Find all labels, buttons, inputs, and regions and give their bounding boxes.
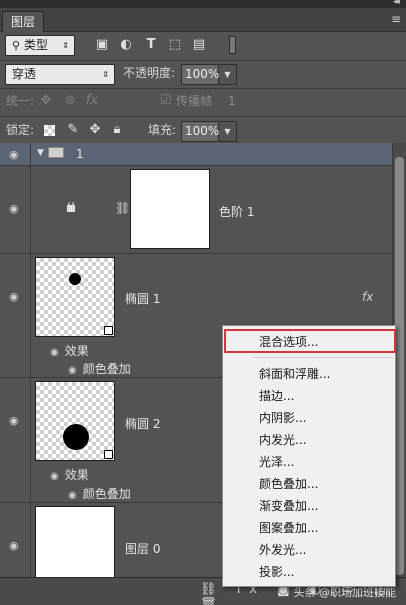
panel-top-strip: ◂◂ — [0, 0, 406, 8]
shape-filter-icon[interactable]: ⬚ — [167, 34, 183, 56]
menu-item-outer-glow[interactable]: 外发光... — [223, 540, 395, 561]
menu-item-drop-shadow[interactable]: 投影... — [223, 562, 395, 583]
effect-label: 颜色叠加 — [82, 362, 131, 376]
eye-icon[interactable]: ◉ — [50, 347, 59, 358]
collapse-icon[interactable]: ◂◂ — [393, 0, 400, 7]
unify-position-icon[interactable]: ✥ — [38, 90, 54, 112]
eye-icon[interactable]: ◉ — [9, 539, 19, 552]
lock-row: 锁定: ✎ ✥ 🔒︎ 填充: 100% ▼ — [0, 116, 406, 143]
visibility-cell[interactable]: ◉ — [0, 378, 31, 502]
menu-item-inner-shadow[interactable]: 内阴影... — [223, 408, 395, 429]
propagate-checkbox[interactable]: ☑ — [158, 90, 174, 112]
vector-mask-icon — [104, 326, 113, 335]
lock-transparent-icon[interactable] — [44, 125, 55, 136]
link-icon[interactable]: ⛓︎ — [115, 201, 130, 215]
filter-toggle-icon[interactable] — [229, 36, 236, 54]
filter-kind-label: 类型 — [23, 38, 48, 52]
eye-icon[interactable]: ◉ — [68, 490, 77, 501]
layer-thumbnail[interactable] — [35, 257, 115, 337]
effects-label: 效果 — [64, 344, 89, 358]
layer-mask-thumbnail[interactable] — [130, 169, 210, 249]
menu-separator — [253, 357, 393, 358]
menu-item-satin[interactable]: 光泽... — [223, 452, 395, 473]
unify-visibility-icon[interactable]: ⊚ — [62, 90, 78, 112]
layer-row-group[interactable]: ◉ ▼ 1 — [0, 143, 392, 166]
filter-kind-select[interactable]: ⚲ 类型 ⇕ — [5, 35, 75, 56]
chevron-updown-icon: ⇕ — [102, 70, 109, 79]
fill-label: 填充: — [148, 123, 177, 137]
fx-icon[interactable]: fx — [362, 290, 373, 304]
layer-name: 椭圆 1 — [125, 292, 161, 306]
menu-item-stroke[interactable]: 描边... — [223, 386, 395, 407]
opacity-label: 不透明度: — [123, 66, 176, 80]
panel-menu-icon[interactable]: ≡ — [391, 12, 401, 26]
blend-mode-select[interactable]: 穿透 ⇕ — [5, 64, 115, 85]
eye-icon[interactable]: ◉ — [50, 471, 59, 482]
lock-label: 锁定: — [6, 123, 35, 137]
menu-item-inner-glow[interactable]: 内发光... — [223, 430, 395, 451]
effects-row[interactable]: ◉ 效果 — [50, 466, 89, 483]
search-icon: ⚲ — [12, 39, 21, 52]
propagate-label: 传播帧 — [176, 94, 213, 108]
image-filter-icon[interactable]: ▣ — [94, 34, 110, 56]
layer-thumbnail[interactable] — [35, 506, 115, 577]
menu-item-pattern-overlay[interactable]: 图案叠加... — [223, 518, 395, 539]
layer-name: 图层 0 — [125, 542, 161, 556]
lock-move-icon[interactable]: ✥ — [87, 119, 103, 141]
filter-row: ⚲ 类型 ⇕ ▣ ◐ T ⬚ ▤ — [0, 32, 406, 58]
effects-row[interactable]: ◉ 效果 — [50, 342, 89, 359]
folder-icon — [48, 147, 64, 158]
unify-row: 统一: ✥ ⊚ fx ☑ 传播帧 1 — [0, 88, 406, 114]
unify-label: 统一: — [6, 94, 35, 108]
layer-name: 1 — [76, 147, 84, 161]
ellipse-shape — [69, 273, 81, 285]
visibility-cell[interactable]: ◉ — [0, 166, 31, 253]
fill-input[interactable]: 100% — [181, 121, 219, 142]
menu-item-color-overlay[interactable]: 颜色叠加... — [223, 474, 395, 495]
levels-adjustment-icon: ılıılı — [66, 201, 76, 215]
layer-thumbnail[interactable] — [35, 381, 115, 461]
lock-brush-icon[interactable]: ✎ — [65, 119, 81, 141]
chevron-down-icon[interactable]: ▼ — [37, 148, 44, 158]
effect-label: 颜色叠加 — [82, 487, 131, 501]
visibility-cell[interactable]: ◉ — [0, 503, 31, 577]
menu-item-bevel-emboss[interactable]: 斜面和浮雕... — [223, 364, 395, 385]
ellipse-shape — [63, 424, 89, 450]
type-filter-icon[interactable]: T — [143, 34, 159, 56]
eye-icon[interactable]: ◉ — [9, 290, 19, 303]
menu-item-blending-options[interactable]: 混合选项... — [223, 332, 395, 353]
eye-icon[interactable]: ◉ — [9, 414, 19, 427]
layer-row-levels[interactable]: ◉ ılıılı ⛓︎ 色阶 1 — [0, 166, 392, 254]
chevron-updown-icon: ⇕ — [62, 41, 69, 50]
visibility-cell[interactable]: ◉ — [0, 143, 31, 165]
effect-item[interactable]: ◉ 颜色叠加 — [68, 360, 131, 377]
eye-icon[interactable]: ◉ — [9, 148, 19, 161]
layer-name: 椭圆 2 — [125, 417, 161, 431]
visibility-cell[interactable]: ◉ — [0, 254, 31, 377]
eye-icon[interactable]: ◉ — [9, 202, 19, 215]
blend-mode-value: 穿透 — [12, 67, 37, 81]
tab-layers[interactable]: 图层 — [2, 11, 45, 32]
layers-panel: ◂◂ 图层 ≡ ⚲ 类型 ⇕ ▣ ◐ T ⬚ ▤ 穿透 ⇕ 不透明度: 100%… — [0, 0, 406, 605]
blend-row: 穿透 ⇕ 不透明度: 100% ▼ — [0, 60, 406, 86]
unify-style-icon[interactable]: fx — [84, 90, 100, 112]
vector-mask-icon — [104, 450, 113, 459]
scrollbar-thumb[interactable] — [395, 157, 404, 575]
opacity-input[interactable]: 100% — [181, 64, 219, 85]
effect-item[interactable]: ◉ 颜色叠加 — [68, 485, 131, 502]
fill-dropdown-icon[interactable]: ▼ — [219, 121, 237, 142]
layer-style-context-menu: 混合选项... 斜面和浮雕... 描边... 内阴影... 内发光... 光泽.… — [222, 325, 396, 587]
opacity-dropdown-icon[interactable]: ▼ — [219, 64, 237, 85]
eye-icon[interactable]: ◉ — [68, 365, 77, 376]
propagate-value: 1 — [228, 94, 236, 108]
effects-label: 效果 — [64, 468, 89, 482]
menu-item-gradient-overlay[interactable]: 渐变叠加... — [223, 496, 395, 517]
tab-bar: 图层 ≡ — [0, 8, 406, 32]
smartobject-filter-icon[interactable]: ▤ — [191, 34, 207, 56]
lock-all-icon[interactable]: 🔒︎ — [109, 119, 125, 141]
layer-name: 色阶 1 — [219, 205, 255, 219]
adjustment-filter-icon[interactable]: ◐ — [118, 34, 134, 56]
